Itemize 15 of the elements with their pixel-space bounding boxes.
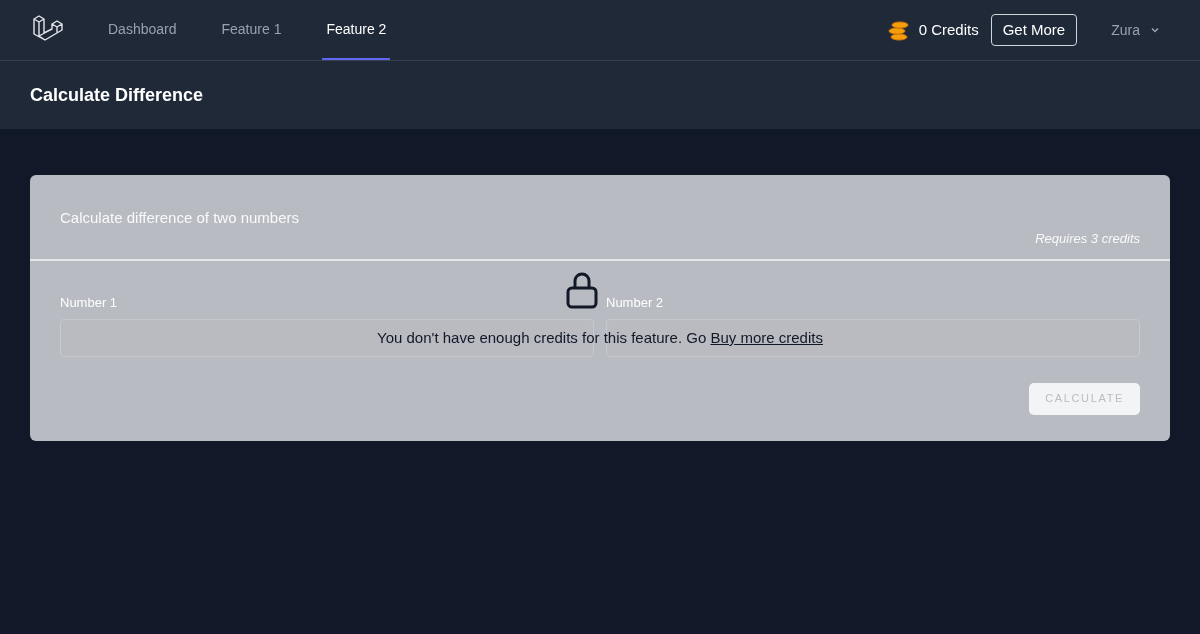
padlock-icon (566, 271, 598, 309)
page-title: Calculate Difference (30, 83, 204, 107)
coins-icon (886, 19, 909, 41)
card-description: Calculate difference of two numbers (60, 208, 301, 228)
get-more-button[interactable]: Get More (990, 14, 1078, 46)
field-label: Number 2 (606, 294, 665, 312)
buy-credits-link[interactable]: Buy more credits (710, 329, 823, 346)
nav-tab[interactable]: Dashboard (104, 0, 181, 60)
user-menu[interactable]: Zura (1111, 19, 1160, 41)
nav-tab[interactable]: Feature 1 (217, 0, 286, 60)
field-label: Number 1 (60, 294, 119, 312)
credit-requirement: Requires 3 credits (1035, 230, 1140, 248)
credits-count: 0 Credits (918, 19, 979, 40)
locked-feature-message: You don't have enough credits for this feature. Go Buy more credits (377, 328, 823, 348)
chevron-down-icon (1150, 25, 1160, 35)
